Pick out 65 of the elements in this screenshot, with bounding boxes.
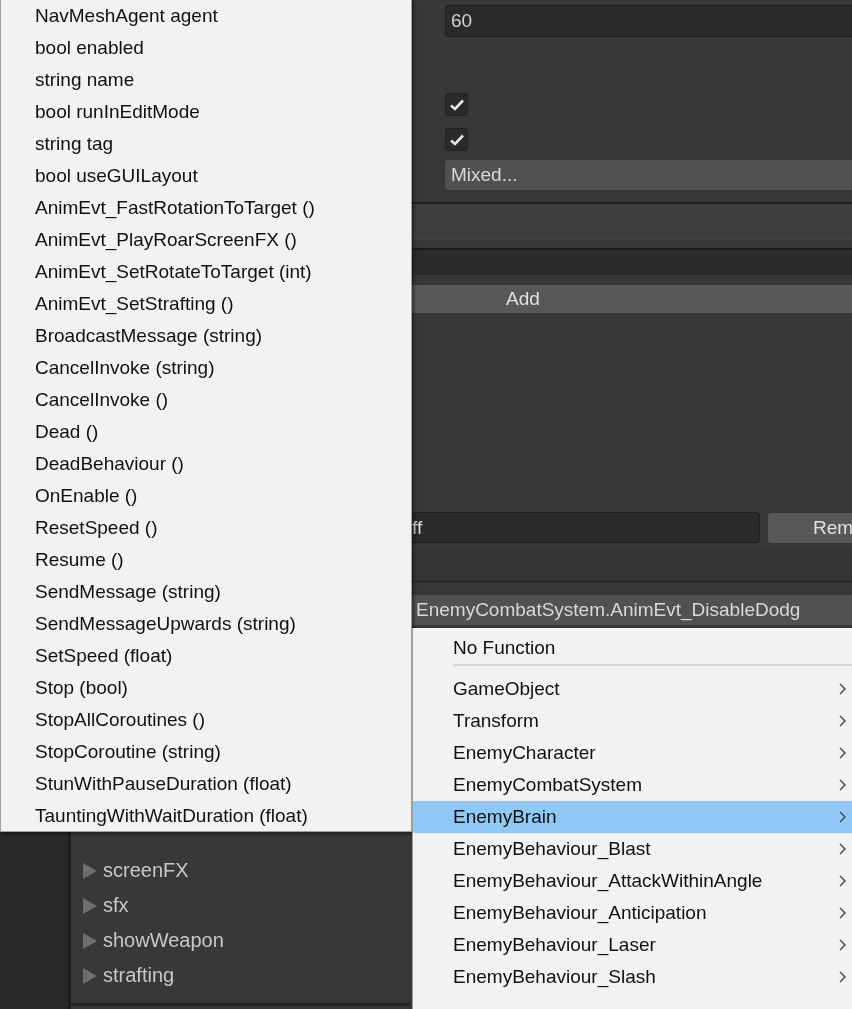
menu-item[interactable]: EnemyBehaviour_Blast [413,833,852,865]
menu-item[interactable]: OnEnable () [1,480,411,512]
menu-item[interactable]: EnemyCharacter [413,737,852,769]
remove-button[interactable]: Rem [768,512,852,543]
tree-item-label[interactable]: strafting [103,964,175,987]
mixed-dropdown[interactable]: Mixed... [445,160,852,190]
chevron-right-icon [839,971,846,983]
menu-item[interactable]: AnimEvt_SetStrafting () [1,288,411,320]
chevron-right-icon [839,683,846,695]
menu-item[interactable]: bool enabled [1,32,411,64]
menu-item[interactable]: StopAllCoroutines () [1,704,411,736]
menu-item[interactable]: StopCoroutine (string) [1,736,411,768]
expand-arrow-icon[interactable] [83,862,97,879]
menu-item[interactable]: EnemyCombatSystem [413,769,852,801]
menu-item[interactable]: EnemyBehaviour_AttackWithinAngle [413,865,852,897]
menu-item[interactable]: SendMessageUpwards (string) [1,608,411,640]
menu-item[interactable]: SetSpeed (float) [1,640,411,672]
add-button[interactable]: Add [410,285,852,313]
chevron-right-icon [839,811,846,823]
menu-item[interactable]: Dead () [1,416,411,448]
menu-item[interactable]: EnemyBehaviour_Anticipation [413,897,852,929]
menu-item[interactable]: TauntingWithWaitDuration (float) [1,800,411,832]
expand-arrow-icon[interactable] [83,932,97,949]
text-field[interactable]: ff [410,512,760,543]
tree-item-label[interactable]: showWeapon [103,929,224,952]
menu-item[interactable]: NavMeshAgent agent [1,0,411,32]
menu-item[interactable]: EnemyBrain [413,801,852,833]
menu-item[interactable]: Stop (bool) [1,672,411,704]
chevron-right-icon [839,907,846,919]
menu-item[interactable]: No Function [413,632,852,664]
chevron-right-icon [839,875,846,887]
expand-arrow-icon[interactable] [83,967,97,984]
menu-item[interactable]: EnemyBehaviour_Slash [413,961,852,993]
menu-item[interactable]: ResetSpeed () [1,512,411,544]
menu-item[interactable]: EnemyBehaviour_Laser [413,929,852,961]
menu-item[interactable]: Resume () [1,544,411,576]
chevron-right-icon [839,843,846,855]
menu-item[interactable]: bool useGUILayout [1,160,411,192]
tree-item-label[interactable]: sfx [103,894,129,917]
tree-item-label[interactable]: screenFX [103,859,189,882]
menu-item[interactable]: DeadBehaviour () [1,448,411,480]
chevron-right-icon [839,939,846,951]
checkmark-icon [449,98,464,111]
menu-item[interactable]: SendMessage (string) [1,576,411,608]
chevron-right-icon [839,747,846,759]
number-field[interactable]: 60 [445,5,852,37]
menu-item[interactable]: AnimEvt_FastRotationToTarget () [1,192,411,224]
chevron-right-icon [839,715,846,727]
menu-item[interactable]: CancelInvoke () [1,384,411,416]
menu-item[interactable]: GameObject [413,673,852,705]
menu-item[interactable]: AnimEvt_SetRotateToTarget (int) [1,256,411,288]
menu-item[interactable]: CancelInvoke (string) [1,352,411,384]
menu-item[interactable]: Transform [413,705,852,737]
menu-item[interactable]: AnimEvt_PlayRoarScreenFX () [1,224,411,256]
checkbox[interactable] [445,93,468,116]
menu-item[interactable]: bool runInEditMode [1,96,411,128]
menu-item[interactable]: BroadcastMessage (string) [1,320,411,352]
function-dropdown[interactable]: EnemyCombatSystem.AnimEvt_DisableDodg [410,595,852,625]
menu-item[interactable]: string tag [1,128,411,160]
chevron-right-icon [839,779,846,791]
checkbox[interactable] [445,128,468,151]
expand-arrow-icon[interactable] [83,897,97,914]
menu-item[interactable]: string name [1,64,411,96]
menu-item[interactable]: StunWithPauseDuration (float) [1,768,411,800]
checkmark-icon [449,133,464,146]
